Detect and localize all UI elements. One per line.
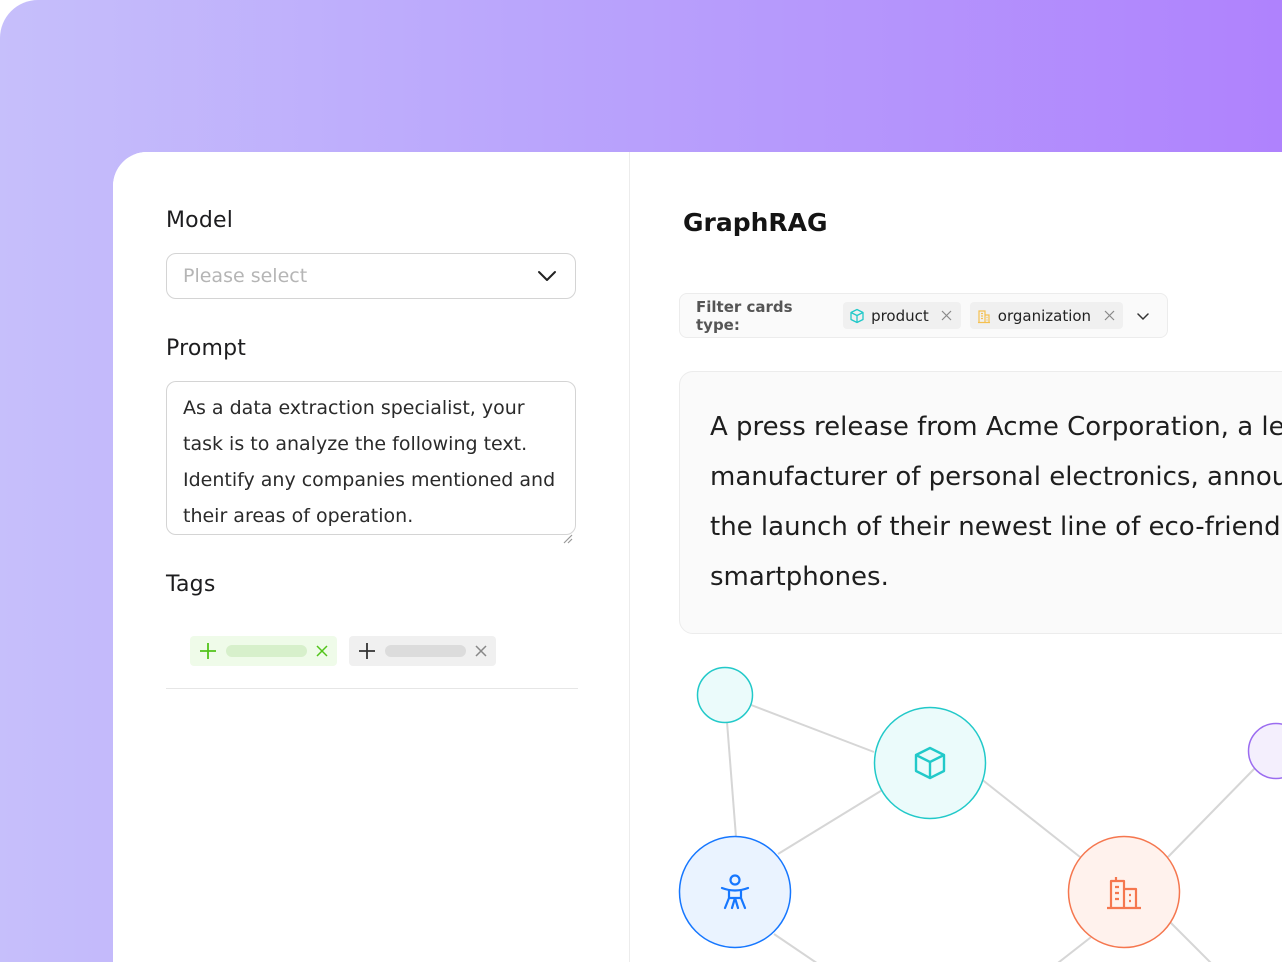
plus-icon[interactable] [357, 641, 377, 661]
tag-item[interactable] [349, 636, 496, 666]
filter-label: Filter cards type: [696, 297, 793, 334]
graph-edges [724, 694, 1257, 962]
graph-edge [1057, 933, 1096, 962]
graph-edge [979, 777, 1081, 858]
model-select[interactable]: Please select [166, 253, 576, 299]
prompt-text: As a data extraction specialist, your ta… [183, 397, 556, 527]
chip-label: product [871, 306, 929, 325]
prompt-textarea[interactable]: As a data extraction specialist, your ta… [166, 381, 576, 544]
graph-node-product[interactable] [873, 706, 987, 820]
tags-list [166, 636, 578, 689]
graph-node-organization[interactable] [1067, 835, 1181, 949]
close-icon[interactable] [1103, 310, 1115, 322]
config-panel: Model Please select Prompt As a data ext… [113, 152, 630, 962]
resize-handle-icon[interactable] [561, 520, 573, 544]
plus-icon[interactable] [198, 641, 218, 661]
source-text-card: A press release from Acme Corporation, a… [679, 371, 1282, 634]
graph-edge [726, 721, 737, 838]
graph-node-person[interactable] [678, 835, 792, 949]
tag-placeholder-bar [226, 645, 307, 657]
close-icon[interactable] [315, 644, 329, 658]
filter-chip-organization[interactable]: organization [969, 302, 1124, 329]
chevron-down-icon [535, 264, 559, 288]
graphrag-panel: GraphRAG Filter cards type: product orga… [630, 152, 1282, 962]
graph-edge [1169, 921, 1212, 962]
close-icon[interactable] [474, 644, 488, 658]
graph-edge [1167, 766, 1257, 858]
close-icon[interactable] [941, 310, 953, 322]
text-line: manufacturer of personal electronics, an… [710, 462, 1282, 492]
graph-node[interactable] [696, 666, 754, 724]
graph-edge [773, 933, 818, 962]
building-icon [976, 308, 992, 324]
page-title: GraphRAG [683, 208, 828, 237]
text-line: smartphones. [710, 562, 889, 592]
graph-edge [777, 788, 885, 855]
prompt-label: Prompt [166, 336, 247, 361]
chevron-down-icon[interactable] [1134, 307, 1151, 325]
filter-cards-select[interactable]: Filter cards type: product organization [679, 293, 1168, 338]
filter-chip-product[interactable]: product [843, 302, 961, 329]
text-line: A press release from Acme Corporation, a… [710, 412, 1282, 442]
tags-label: Tags [166, 572, 216, 597]
model-select-placeholder: Please select [183, 265, 308, 287]
app-window: Model Please select Prompt As a data ext… [113, 152, 1282, 962]
tag-placeholder-bar [385, 645, 466, 657]
tag-item[interactable] [190, 636, 337, 666]
chip-label: organization [997, 306, 1092, 325]
cube-icon [849, 308, 865, 324]
knowledge-graph [678, 666, 1282, 962]
model-label: Model [166, 208, 234, 233]
text-line: the launch of their newest line of eco-f… [710, 512, 1282, 542]
